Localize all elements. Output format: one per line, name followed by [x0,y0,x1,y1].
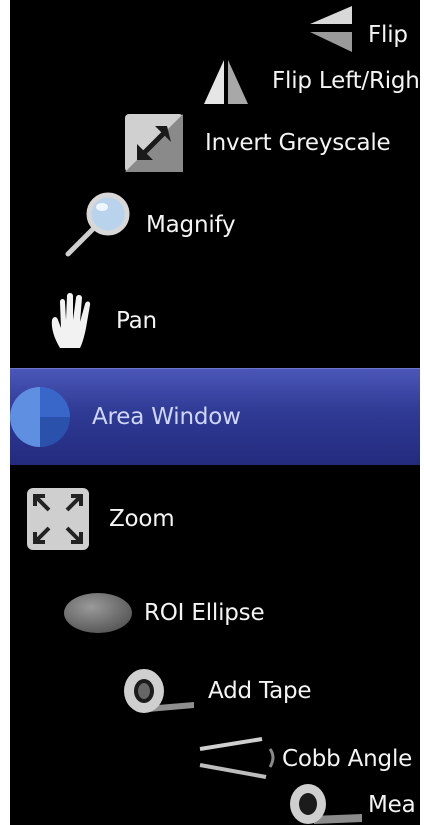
tool-roi-ellipse[interactable]: ROI Ellipse [62,590,265,636]
zoom-icon [27,488,89,550]
cobb-angle-icon [199,737,275,779]
flip-left-right-icon [204,60,248,104]
tool-label: Add Tape [208,678,312,704]
tool-label: Zoom [109,506,175,532]
area-window-icon [10,387,70,447]
tool-measure[interactable]: Mea [286,782,416,825]
tape-icon [124,669,194,713]
tool-label: Flip Left/Right [272,68,420,94]
tool-label: Mea [368,792,416,818]
tool-add-tape[interactable]: Add Tape [120,666,312,716]
tool-label: ROI Ellipse [144,600,265,626]
tool-pan[interactable]: Pan [48,292,157,350]
tool-flip-up-down[interactable]: Flip [302,6,408,52]
tool-label: Area Window [92,404,241,430]
tool-flip-left-right[interactable]: Flip Left/Right [202,55,420,107]
tool-label: Cobb Angle [282,746,413,772]
tool-label: Magnify [146,212,236,238]
tool-wheel-panel: Flip Flip Left/Right Invert Greyscale Ma… [10,0,420,825]
measure-tape-icon [290,784,362,824]
tool-magnify[interactable]: Magnify [62,190,236,260]
hand-icon [51,293,91,348]
flip-up-down-icon [310,6,352,52]
tool-label: Invert Greyscale [205,130,391,156]
ellipse-icon [64,593,132,633]
magnify-icon [65,192,130,257]
tool-label: Flip [368,22,408,48]
tool-invert-greyscale[interactable]: Invert Greyscale [123,112,391,174]
tool-cobb-angle[interactable]: Cobb Angle [196,735,412,783]
tool-area-window[interactable]: Area Window [10,384,241,450]
tool-zoom[interactable]: Zoom [25,486,175,552]
invert-greyscale-icon [125,114,183,172]
tool-label: Pan [116,308,157,334]
